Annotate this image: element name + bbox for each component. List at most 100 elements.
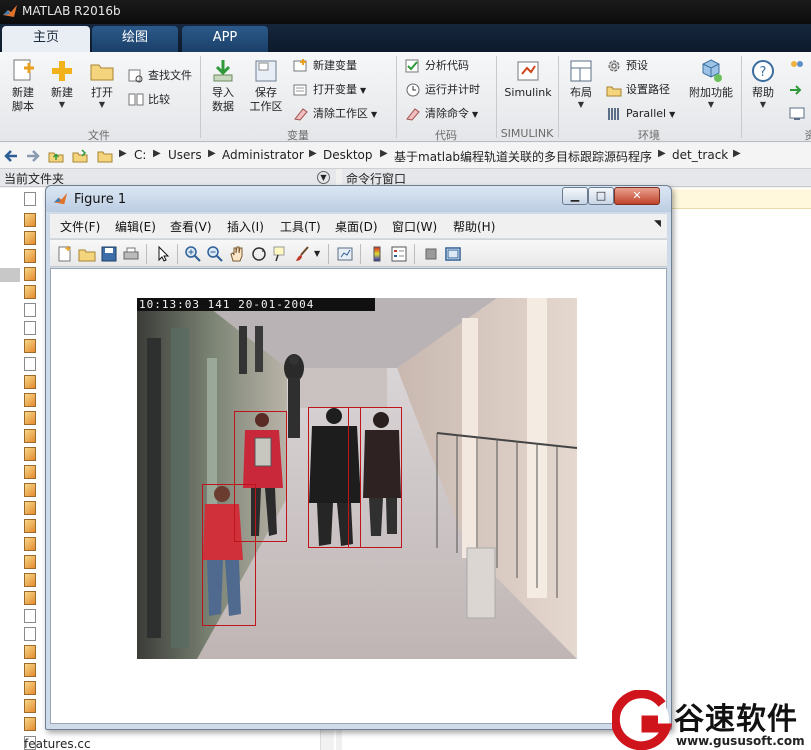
save-icon[interactable] bbox=[100, 245, 118, 263]
zoom-in-icon[interactable] bbox=[184, 245, 202, 263]
find-files-button[interactable]: 查找文件 bbox=[128, 66, 192, 86]
maximize-button[interactable]: □ bbox=[588, 187, 614, 205]
m-file-icon[interactable] bbox=[24, 375, 36, 389]
m-file-icon[interactable] bbox=[24, 663, 36, 677]
menu-overflow-icon[interactable]: ◥ bbox=[654, 219, 661, 229]
tab-home[interactable]: 主页 bbox=[2, 26, 90, 52]
file-icon[interactable] bbox=[24, 357, 36, 371]
minimize-button[interactable]: ▁ bbox=[562, 187, 588, 205]
m-file-icon[interactable] bbox=[24, 339, 36, 353]
file-icon[interactable] bbox=[24, 321, 36, 335]
colorbar-icon[interactable] bbox=[368, 245, 386, 263]
m-file-icon[interactable] bbox=[24, 393, 36, 407]
m-file-icon[interactable] bbox=[24, 501, 36, 515]
new-script-button[interactable]: 新建 脚本 bbox=[6, 58, 40, 114]
compare-button[interactable]: 比较 bbox=[128, 90, 170, 110]
breadcrumb-users[interactable]: Users bbox=[168, 148, 202, 162]
legend-icon[interactable] bbox=[390, 245, 408, 263]
m-file-icon[interactable] bbox=[24, 717, 36, 731]
print-icon[interactable] bbox=[122, 245, 140, 263]
m-file-icon[interactable] bbox=[24, 645, 36, 659]
file-icon[interactable] bbox=[24, 192, 36, 206]
m-file-icon[interactable] bbox=[24, 249, 36, 263]
breadcrumb-project-folder[interactable]: 基于matlab编程轨道关联的多目标跟踪源码程序 bbox=[394, 148, 652, 165]
breadcrumb-det-track[interactable]: det_track bbox=[672, 148, 728, 162]
m-file-icon[interactable] bbox=[24, 465, 36, 479]
request-support-icon[interactable] bbox=[788, 82, 806, 98]
m-file-icon[interactable] bbox=[24, 573, 36, 587]
close-button[interactable]: ✕ bbox=[614, 187, 660, 205]
m-file-icon[interactable] bbox=[24, 447, 36, 461]
chevron-down-icon[interactable]: ▼ bbox=[314, 249, 320, 258]
zoom-out-icon[interactable] bbox=[206, 245, 224, 263]
menu-file[interactable]: 文件(F) bbox=[60, 218, 100, 235]
new-variable-button[interactable]: 新建变量 bbox=[293, 56, 357, 76]
menu-window[interactable]: 窗口(W) bbox=[392, 218, 437, 235]
set-path-button[interactable]: 设置路径 bbox=[606, 80, 670, 100]
brush-icon[interactable] bbox=[294, 245, 312, 263]
learn-matlab-icon[interactable] bbox=[788, 106, 806, 122]
m-file-icon[interactable] bbox=[24, 483, 36, 497]
clear-workspace-button[interactable]: 清除工作区 ▼ bbox=[293, 104, 377, 124]
file-icon[interactable] bbox=[24, 609, 36, 623]
menu-desktop[interactable]: 桌面(D) bbox=[335, 218, 378, 235]
run-and-time-button[interactable]: 运行并计时 bbox=[405, 80, 480, 100]
browse-folder-icon[interactable] bbox=[72, 148, 88, 164]
m-file-icon[interactable] bbox=[24, 231, 36, 245]
m-file-icon[interactable] bbox=[24, 537, 36, 551]
m-file-icon[interactable] bbox=[24, 411, 36, 425]
breadcrumb-c-drive[interactable]: C: bbox=[134, 148, 146, 162]
m-file-icon[interactable] bbox=[24, 285, 36, 299]
m-file-icon[interactable] bbox=[24, 555, 36, 569]
simulink-button[interactable]: Simulink bbox=[502, 58, 554, 100]
m-file-icon[interactable] bbox=[24, 429, 36, 443]
new-figure-icon[interactable] bbox=[56, 245, 74, 263]
open-variable-button[interactable]: 打开变量 ▼ bbox=[293, 80, 366, 100]
community-icon[interactable] bbox=[788, 58, 806, 74]
menu-insert[interactable]: 插入(I) bbox=[227, 218, 264, 235]
parallel-button[interactable]: Parallel ▼ bbox=[606, 104, 675, 124]
breadcrumb-desktop[interactable]: Desktop bbox=[323, 148, 373, 162]
hide-plot-tools-icon[interactable] bbox=[422, 245, 440, 263]
figure-title-bar[interactable]: Figure 1 ▁ □ ✕ bbox=[46, 186, 671, 212]
show-plot-tools-icon[interactable] bbox=[444, 245, 462, 263]
clear-commands-button[interactable]: 清除命令 ▼ bbox=[405, 104, 478, 124]
m-file-icon[interactable] bbox=[24, 681, 36, 695]
pointer-icon[interactable] bbox=[154, 245, 172, 263]
preferences-button[interactable]: 预设 bbox=[606, 56, 648, 76]
tab-plots[interactable]: 绘图 bbox=[92, 26, 178, 52]
addons-button[interactable]: 附加功能 ▼ bbox=[686, 58, 736, 109]
menu-tools[interactable]: 工具(T) bbox=[280, 218, 321, 235]
rotate-3d-icon[interactable] bbox=[250, 245, 268, 263]
file-name-features[interactable]: features.cc bbox=[24, 737, 91, 750]
m-file-icon[interactable] bbox=[24, 267, 36, 281]
chevron-down-icon: ▼ bbox=[58, 100, 66, 109]
m-file-icon[interactable] bbox=[24, 519, 36, 533]
tab-apps[interactable]: APP bbox=[182, 26, 268, 52]
open-file-icon[interactable] bbox=[78, 245, 96, 263]
link-plot-icon[interactable] bbox=[336, 245, 354, 263]
pan-hand-icon[interactable] bbox=[228, 245, 246, 263]
up-folder-icon[interactable] bbox=[48, 148, 64, 164]
help-button[interactable]: ? 帮助 ▼ bbox=[748, 58, 778, 109]
menu-view[interactable]: 查看(V) bbox=[170, 218, 212, 235]
import-data-button[interactable]: 导入 数据 bbox=[206, 58, 240, 114]
save-workspace-button[interactable]: 保存 工作区 bbox=[246, 58, 286, 114]
file-icon[interactable] bbox=[24, 303, 36, 317]
m-file-icon[interactable] bbox=[24, 213, 36, 227]
menu-help[interactable]: 帮助(H) bbox=[453, 218, 495, 235]
m-file-icon[interactable] bbox=[24, 699, 36, 713]
file-icon[interactable] bbox=[24, 627, 36, 641]
gear-icon bbox=[608, 60, 620, 72]
data-cursor-icon[interactable] bbox=[272, 245, 290, 263]
new-button[interactable]: 新建 ▼ bbox=[46, 58, 78, 109]
breadcrumb-administrator[interactable]: Administrator bbox=[222, 148, 304, 162]
analyze-code-button[interactable]: 分析代码 bbox=[405, 56, 469, 76]
layout-button[interactable]: 布局 ▼ bbox=[564, 58, 598, 109]
panel-menu-icon[interactable]: ▼ bbox=[317, 171, 330, 184]
forward-arrow-icon[interactable] bbox=[25, 148, 41, 164]
m-file-icon[interactable] bbox=[24, 591, 36, 605]
open-button[interactable]: 打开 ▼ bbox=[86, 58, 118, 109]
back-arrow-icon[interactable] bbox=[3, 148, 19, 164]
menu-edit[interactable]: 编辑(E) bbox=[115, 218, 156, 235]
